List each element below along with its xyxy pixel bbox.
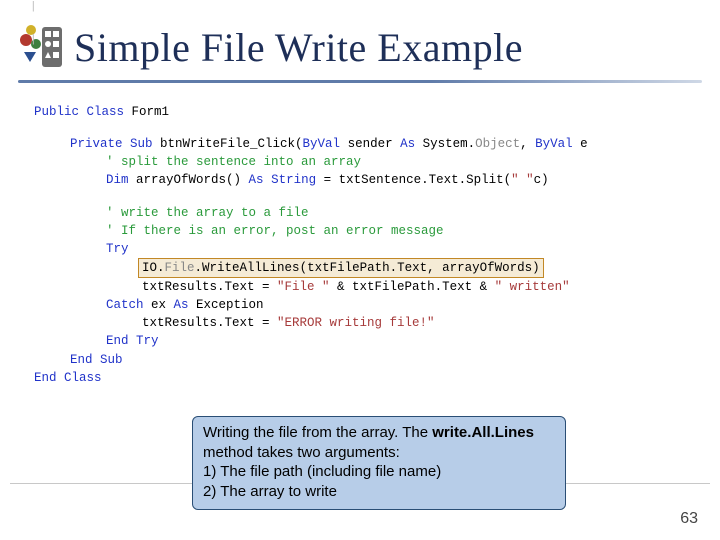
slide-header: Simple File Write Example <box>0 0 720 74</box>
code-line: Dim arrayOfWords() As String = txtSenten… <box>34 171 692 189</box>
annotation-callout: Writing the file from the array. The wri… <box>192 416 566 510</box>
highlighted-code-line: IO.File.WriteAllLines(txtFilePath.Text, … <box>34 258 692 278</box>
code-block: | Public Class Form1 | Private Sub btnWr… <box>34 103 692 387</box>
code-comment: ' write the array to a file <box>34 204 692 222</box>
code-line: Try <box>34 240 692 258</box>
page-number: 63 <box>680 510 698 528</box>
code-line: txtResults.Text = "File " & txtFilePath.… <box>34 278 692 296</box>
code-comment: ' split the sentence into an array <box>34 153 692 171</box>
annotation-bold: write.All.Lines <box>432 424 534 441</box>
annotation-list-item: 1) The file path (including file name) <box>203 463 441 480</box>
code-line: End Try <box>34 332 692 350</box>
keyword: Private Sub <box>70 137 153 151</box>
keyword: Public Class <box>34 105 124 119</box>
code-line: txtResults.Text = "ERROR writing file!" <box>34 314 692 332</box>
code-line: End Sub <box>34 351 692 369</box>
logo-icon <box>14 22 64 72</box>
code-line: Catch ex As Exception <box>34 296 692 314</box>
annotation-text: method takes two arguments: <box>203 444 400 461</box>
header-divider <box>18 80 702 83</box>
annotation-list-item: 2) The array to write <box>203 483 337 500</box>
code-line: Public Class Form1 <box>34 103 692 121</box>
code-comment: ' If there is an error, post an error me… <box>34 222 692 240</box>
annotation-text: Writing the file from the array. The <box>203 424 432 441</box>
code-line: End Class <box>34 369 692 387</box>
slide-title: Simple File Write Example <box>74 24 523 71</box>
code-line: Private Sub btnWriteFile_Click(ByVal sen… <box>34 135 692 153</box>
